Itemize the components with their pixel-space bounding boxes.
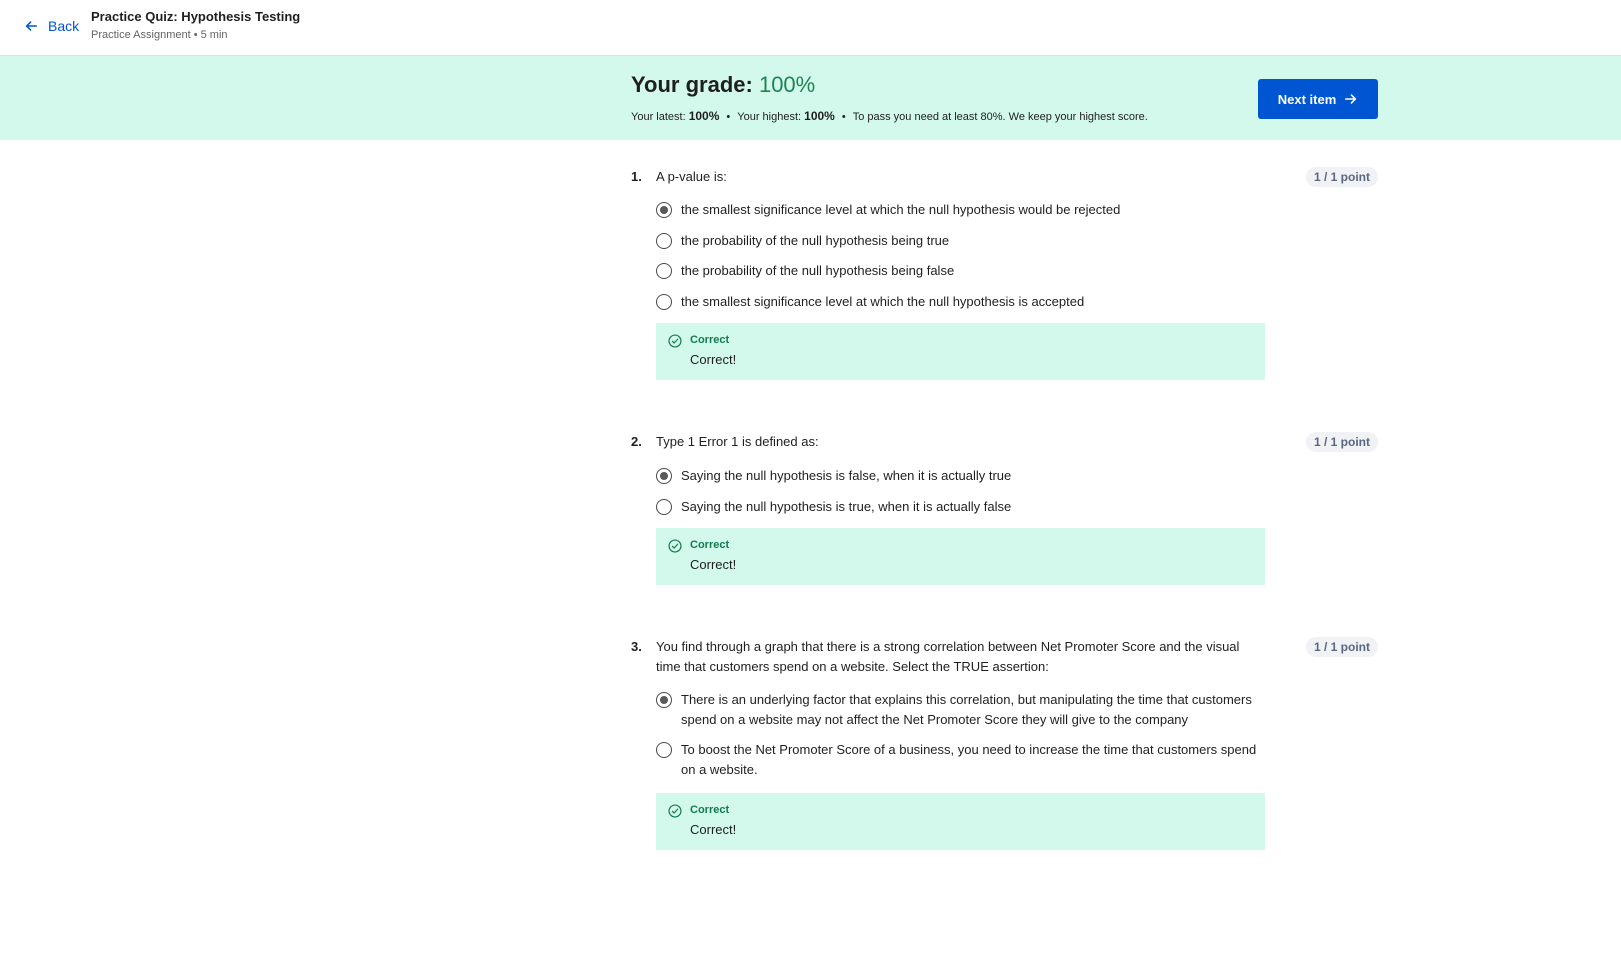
check-circle-icon (668, 539, 682, 553)
feedback-text: Correct! (690, 352, 737, 367)
question-text: Type 1 Error 1 is defined as: (656, 434, 819, 449)
highest-value: 100% (804, 109, 835, 123)
back-button[interactable]: Back (24, 16, 79, 36)
separator-dot: • (726, 111, 731, 123)
radio-button[interactable] (656, 263, 672, 279)
points-badge: 1 / 1 point (1305, 432, 1378, 452)
option-label: the smallest significance level at which… (681, 202, 1121, 217)
answer-option[interactable]: There is an underlying factor that expla… (656, 690, 1266, 730)
feedback-title: Correct (690, 539, 730, 551)
next-item-button[interactable]: Next item (1258, 79, 1378, 119)
grade-value: 100% (758, 72, 816, 97)
option-label: Saying the null hypothesis is false, whe… (681, 468, 1012, 483)
question-text: You find through a graph that there is a… (656, 639, 1240, 674)
check-circle-icon (668, 804, 682, 818)
radio-selected[interactable] (656, 692, 672, 708)
option-label: Saying the null hypothesis is true, when… (681, 499, 1012, 514)
feedback-box: Correct Correct! (656, 793, 1265, 850)
feedback-box: Correct Correct! (656, 528, 1265, 585)
highest-label: Your highest: (737, 111, 802, 123)
option-label: the probability of the null hypothesis b… (681, 263, 955, 278)
feedback-title: Correct (690, 804, 730, 816)
back-label: Back (48, 18, 80, 34)
answer-option[interactable]: To boost the Net Promoter Score of a bus… (656, 740, 1266, 780)
answer-option[interactable]: Saying the null hypothesis is false, whe… (656, 466, 1266, 486)
pass-note: To pass you need at least 80%. We keep y… (852, 111, 1148, 123)
radio-button[interactable] (656, 742, 672, 758)
arrow-left-icon (25, 21, 38, 31)
grade-summary: Your latest: 100% • Your highest: 100% • To … (631, 108, 1148, 125)
radio-selected[interactable] (656, 202, 672, 218)
answer-option[interactable]: the smallest significance level at which… (656, 200, 1266, 220)
feedback-box: Correct Correct! (656, 323, 1265, 380)
feedback-title: Correct (690, 334, 730, 346)
radio-button[interactable] (656, 233, 672, 249)
check-circle-icon (668, 334, 682, 348)
arrow-right-icon (1345, 94, 1357, 104)
option-label: the probability of the null hypothesis b… (681, 233, 950, 248)
option-label: There is an underlying factor that expla… (681, 692, 1252, 727)
answer-option[interactable]: the smallest significance level at which… (656, 292, 1266, 312)
radio-button[interactable] (656, 294, 672, 310)
latest-label: Your latest: (631, 111, 686, 123)
option-label: the smallest significance level at which… (681, 294, 1085, 309)
separator-dot: • (841, 111, 846, 123)
page-subtitle: Practice Assignment • 5 min (91, 29, 228, 41)
answer-option[interactable]: the probability of the null hypothesis b… (656, 231, 1266, 251)
question-number: 3. (631, 639, 642, 654)
points-badge: 1 / 1 point (1305, 637, 1378, 657)
next-item-label: Next item (1277, 91, 1337, 107)
answer-option[interactable]: Saying the null hypothesis is true, when… (656, 497, 1266, 517)
answer-option[interactable]: the probability of the null hypothesis b… (656, 261, 1266, 281)
radio-button[interactable] (656, 499, 672, 515)
radio-selected[interactable] (656, 468, 672, 484)
feedback-text: Correct! (690, 822, 737, 837)
option-label: To boost the Net Promoter Score of a bus… (681, 742, 1257, 777)
question-number: 1. (631, 169, 642, 184)
grade-label: Your grade: (631, 72, 759, 97)
latest-value: 100% (688, 109, 720, 123)
top-bar: Back Practice Quiz: Hypothesis Testing P… (0, 0, 1621, 56)
question-number: 2. (631, 434, 642, 449)
feedback-text: Correct! (690, 557, 737, 572)
grade-banner: Your grade: 100% Your latest: 100% • Your … (0, 56, 1621, 140)
question-text: A p-value is: (656, 169, 727, 184)
points-badge: 1 / 1 point (1305, 167, 1378, 187)
grade-heading: Your grade: 100% (631, 70, 815, 100)
assignment-heading: Practice Quiz: Hypothesis Testing Practi… (91, 8, 300, 43)
page-title: Practice Quiz: Hypothesis Testing (91, 9, 301, 24)
